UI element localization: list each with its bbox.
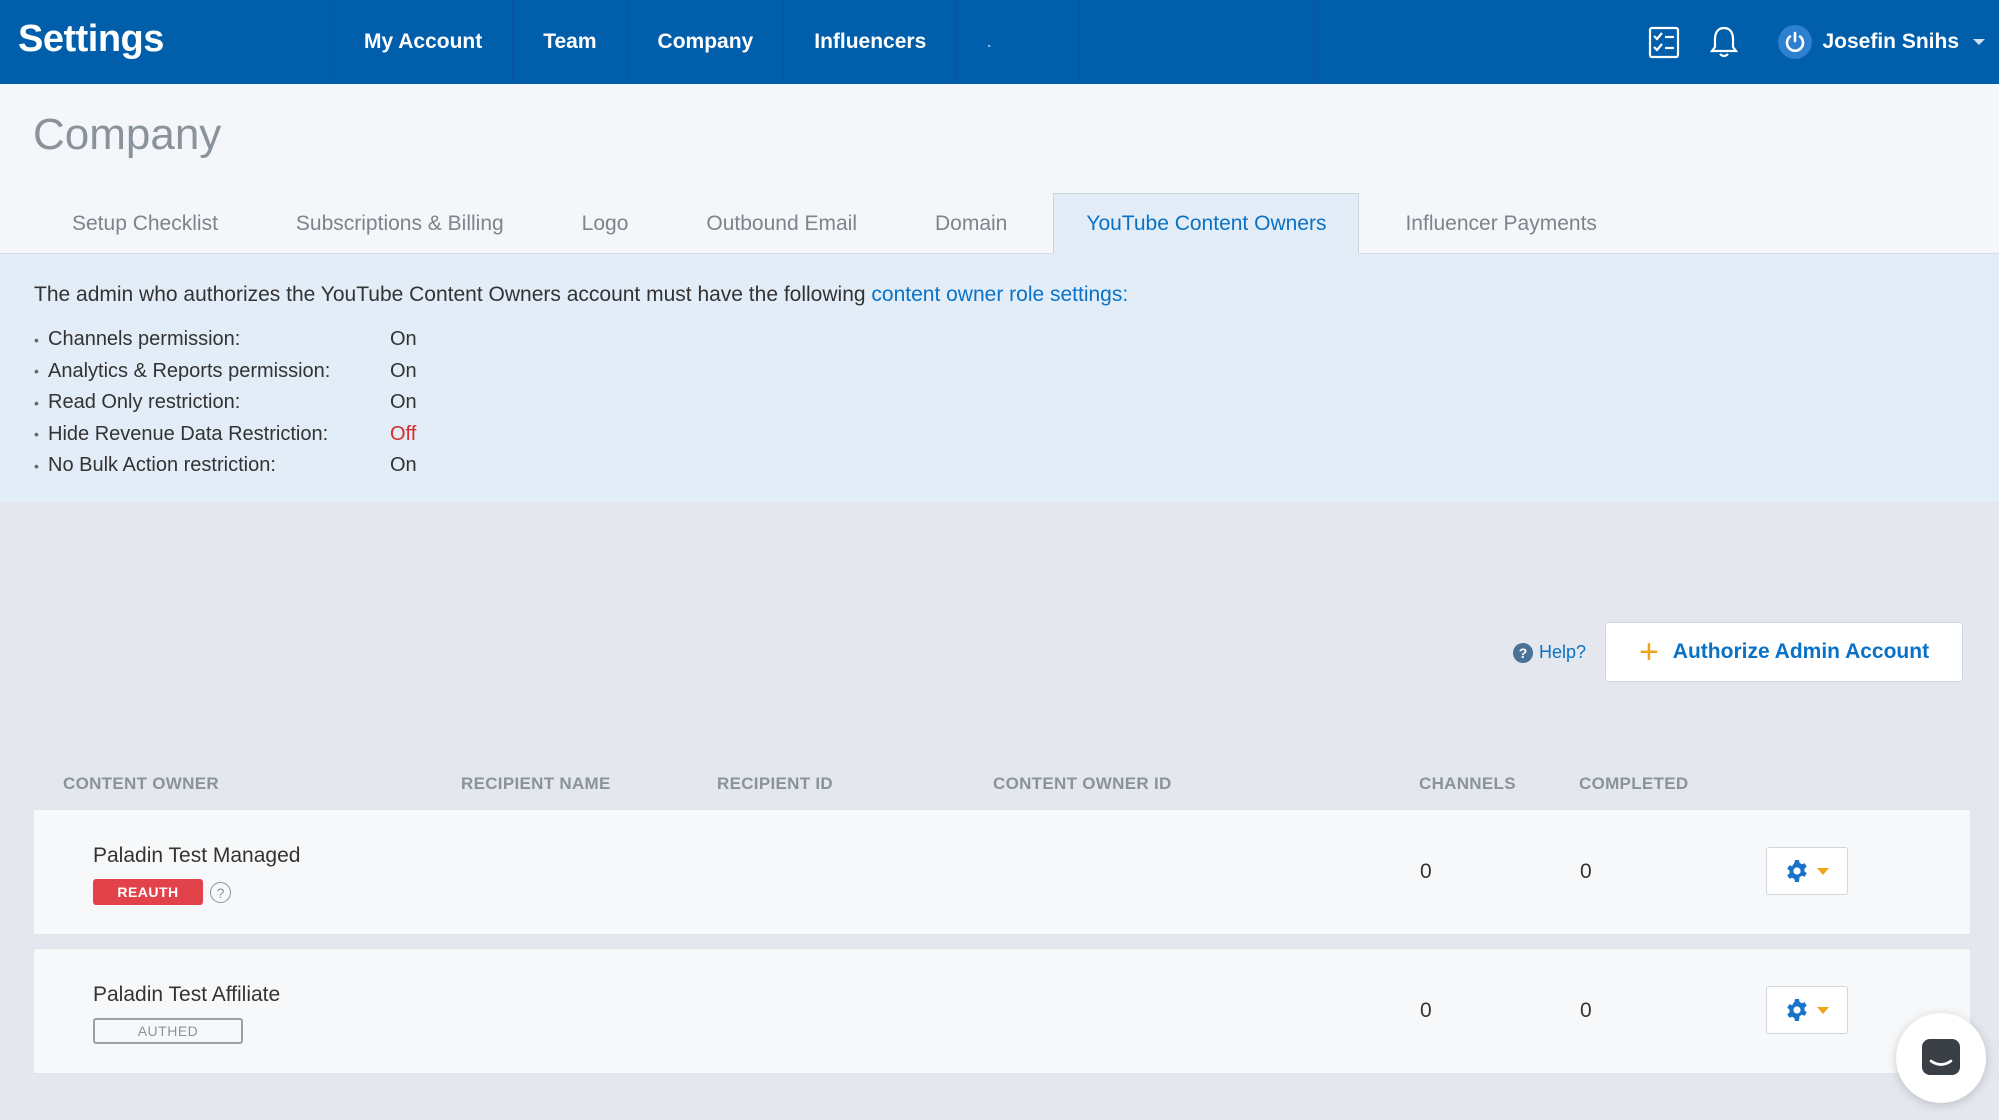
- permission-label: Read Only restriction:: [48, 391, 241, 414]
- bell-icon[interactable]: [1706, 24, 1742, 60]
- channels-count: 0: [1420, 860, 1432, 883]
- user-menu[interactable]: Josefin Snihs: [1778, 25, 1999, 59]
- permission-list: • Channels permission: On • Analytics & …: [34, 324, 417, 482]
- authed-badge: AUTHED: [93, 1018, 243, 1044]
- tab-logo[interactable]: Logo: [550, 193, 661, 254]
- bullet: •: [34, 457, 39, 474]
- table-row: Paladin Test Affiliate AUTHED 0 0: [33, 948, 1971, 1074]
- power-icon: [1778, 25, 1813, 59]
- app-title: Settings: [18, 18, 164, 60]
- requirements-panel: The admin who authorizes the YouTube Con…: [0, 254, 1999, 502]
- checklist-icon[interactable]: [1646, 24, 1682, 60]
- content-owner-name: Paladin Test Affiliate: [93, 983, 281, 1006]
- table-row: Paladin Test Managed REAUTH ? 0 0: [33, 809, 1971, 935]
- help-link[interactable]: ? Help?: [1513, 642, 1586, 663]
- bullet: •: [34, 331, 39, 348]
- permission-label: No Bulk Action restriction:: [48, 454, 276, 477]
- permission-item: • Channels permission: On: [34, 324, 417, 356]
- nav-empty-slot: [1079, 0, 1314, 84]
- permission-item: • No Bulk Action restriction: On: [34, 450, 417, 482]
- chat-icon: [1922, 1039, 1960, 1075]
- row-settings-button[interactable]: [1766, 986, 1848, 1034]
- permission-value: On: [390, 328, 417, 351]
- gear-icon: [1787, 999, 1807, 1021]
- requirements-text: The admin who authorizes the YouTube Con…: [34, 283, 872, 306]
- permission-item: • Analytics & Reports permission: On: [34, 356, 417, 388]
- main-nav: My Account Team Company Influencers .: [333, 0, 1612, 84]
- settings-tabs: Setup Checklist Subscriptions & Billing …: [40, 193, 1643, 254]
- nav-team[interactable]: Team: [512, 0, 626, 84]
- table-header: CONTENT OWNER RECIPIENT NAME RECIPIENT I…: [0, 770, 1999, 800]
- permission-label: Analytics & Reports permission:: [48, 359, 331, 382]
- nav-empty-slot: [1314, 0, 1612, 84]
- completed-count: 0: [1580, 860, 1592, 883]
- column-header: RECIPIENT ID: [717, 774, 834, 793]
- permission-value: On: [390, 454, 417, 477]
- column-header: RECIPIENT NAME: [461, 774, 611, 793]
- role-settings-link[interactable]: content owner role settings:: [871, 283, 1128, 306]
- tab-youtube-content-owners[interactable]: YouTube Content Owners: [1053, 193, 1360, 254]
- chat-launcher[interactable]: [1896, 1013, 1986, 1103]
- nav-empty-slot: .: [956, 0, 1079, 84]
- nav-company[interactable]: Company: [626, 0, 784, 84]
- top-bar: Settings My Account Team Company Influen…: [0, 0, 1999, 84]
- gear-icon: [1787, 860, 1807, 882]
- permission-item: • Read Only restriction: On: [34, 387, 417, 419]
- nav-influencers[interactable]: Influencers: [783, 0, 956, 84]
- bullet: •: [34, 426, 39, 443]
- column-header: CHANNELS: [1419, 774, 1516, 793]
- nav-dot: .: [987, 34, 992, 50]
- column-header: CONTENT OWNER ID: [993, 774, 1172, 793]
- permission-value: On: [390, 391, 417, 414]
- column-header: COMPLETED: [1579, 774, 1689, 793]
- completed-count: 0: [1580, 999, 1592, 1022]
- row-settings-button[interactable]: [1766, 847, 1848, 895]
- question-icon: ?: [1513, 642, 1533, 663]
- bullet: •: [34, 363, 39, 380]
- chevron-down-icon: [1817, 867, 1829, 875]
- content-owner-name: Paladin Test Managed: [93, 844, 301, 867]
- chevron-down-icon: [1817, 1006, 1829, 1014]
- permission-value: On: [390, 359, 417, 382]
- permission-label: Channels permission:: [48, 328, 241, 351]
- plus-icon: +: [1638, 633, 1659, 671]
- question-icon[interactable]: ?: [210, 882, 231, 903]
- permission-value: Off: [390, 422, 417, 445]
- requirements-intro: The admin who authorizes the YouTube Con…: [34, 283, 1128, 307]
- permission-item: • Hide Revenue Data Restriction: Off: [34, 419, 417, 451]
- permission-label: Hide Revenue Data Restriction:: [48, 422, 329, 445]
- tab-subscriptions-billing[interactable]: Subscriptions & Billing: [264, 193, 536, 254]
- reauth-badge[interactable]: REAUTH: [93, 879, 203, 905]
- authorize-admin-label: Authorize Admin Account: [1672, 640, 1930, 663]
- chevron-down-icon: [1973, 39, 1985, 45]
- channels-count: 0: [1420, 999, 1432, 1022]
- page-title: Company: [33, 110, 222, 159]
- tab-domain[interactable]: Domain: [903, 193, 1039, 254]
- bullet: •: [34, 394, 39, 411]
- column-header: CONTENT OWNER: [63, 774, 219, 793]
- tab-outbound-email[interactable]: Outbound Email: [674, 193, 889, 254]
- tab-influencer-payments[interactable]: Influencer Payments: [1373, 193, 1628, 254]
- authorize-admin-button[interactable]: + Authorize Admin Account: [1605, 622, 1963, 682]
- page-header: Company Setup Checklist Subscriptions & …: [0, 84, 1999, 254]
- nav-my-account[interactable]: My Account: [333, 0, 512, 84]
- topbar-actions: Josefin Snihs: [1646, 0, 1999, 84]
- user-name: Josefin Snihs: [1822, 30, 1959, 53]
- tab-setup-checklist[interactable]: Setup Checklist: [40, 193, 250, 254]
- help-label: Help?: [1539, 642, 1587, 662]
